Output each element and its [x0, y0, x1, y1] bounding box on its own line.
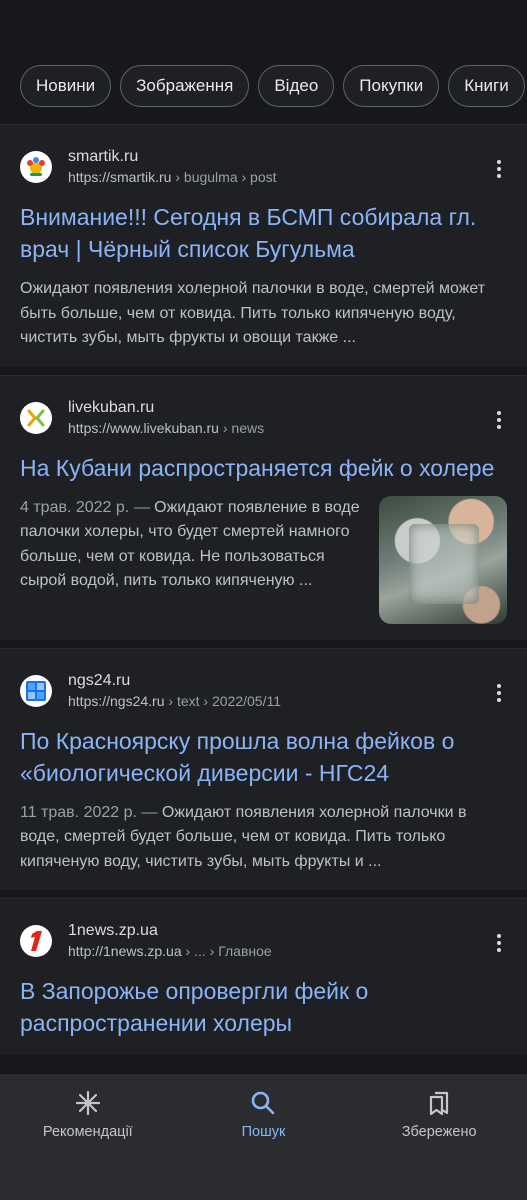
chip-news[interactable]: Новини [20, 65, 112, 107]
filter-chips: Новини Зображення Відео Покупки Книги [0, 60, 527, 124]
result-site-name: 1news.zp.ua [68, 922, 158, 939]
bottom-navigation: Рекомендації Пошук Збережено [0, 1074, 527, 1200]
chip-books[interactable]: Книги [448, 65, 525, 107]
search-results: smartik.ru https://smartik.ru › bugulma … [0, 124, 527, 1074]
nav-search[interactable]: Пошук [183, 1084, 343, 1140]
result-site-name: ngs24.ru [68, 671, 131, 689]
more-options-icon[interactable] [489, 933, 509, 953]
search-result: smartik.ru https://smartik.ru › bugulma … [0, 124, 527, 367]
1news-favicon-icon [20, 925, 52, 957]
result-site-name: smartik.ru [68, 148, 139, 165]
result-url: https://smartik.ru › bugulma › post [68, 169, 277, 185]
result-url: http://1news.zp.ua › ... › Главное [68, 943, 272, 959]
result-source[interactable]: livekuban.ru https://www.livekuban.ru › … [20, 398, 507, 438]
status-bar-area [0, 0, 527, 60]
result-date: 11 трав. 2022 р. — [20, 803, 162, 821]
result-url: https://www.livekuban.ru › news [68, 419, 265, 436]
result-title[interactable]: По Красноярску прошла волна фейков о «би… [20, 725, 507, 789]
result-url: https://ngs24.ru › text › 2022/05/11 [68, 692, 281, 709]
nav-label: Рекомендації [42, 1124, 133, 1140]
result-snippet: 4 трав. 2022 р. — Ожидают появление в во… [20, 498, 360, 590]
chip-shopping[interactable]: Покупки [343, 65, 440, 107]
result-source[interactable]: ngs24.ru https://ngs24.ru › text › 2022/… [20, 671, 507, 711]
more-options-icon[interactable] [489, 159, 509, 179]
result-title[interactable]: На Кубани распространяется фейк о холере [20, 452, 507, 484]
smartik-favicon-icon [20, 151, 52, 183]
more-options-icon[interactable] [489, 683, 509, 703]
search-result: livekuban.ru https://www.livekuban.ru › … [0, 374, 527, 640]
result-title[interactable]: В Запорожье опровергли фейк о распростра… [20, 975, 507, 1039]
result-title[interactable]: Внимание!!! Сегодня в БСМП собирала гл. … [20, 201, 507, 265]
search-result: ngs24.ru https://ngs24.ru › text › 2022/… [0, 647, 527, 890]
nav-label: Збережено [401, 1124, 477, 1140]
nav-recommendations[interactable]: Рекомендації [8, 1084, 168, 1140]
result-thumbnail[interactable] [379, 495, 507, 624]
search-icon [248, 1088, 278, 1118]
result-snippet: 11 трав. 2022 р. — Ожидают появления хол… [20, 803, 467, 870]
livekuban-favicon-icon [20, 401, 52, 434]
search-result: 1news.zp.ua http://1news.zp.ua › ... › Г… [0, 898, 527, 1055]
asterisk-icon [73, 1088, 103, 1118]
chip-images[interactable]: Зображення [120, 65, 250, 107]
result-snippet: Ожидают появления холерной палочки в вод… [20, 280, 486, 346]
bookmarks-icon [424, 1088, 454, 1118]
chip-videos[interactable]: Відео [258, 65, 335, 107]
more-options-icon[interactable] [489, 410, 509, 430]
ngs24-favicon-icon [20, 674, 52, 707]
result-site-name: livekuban.ru [68, 398, 155, 416]
result-source[interactable]: smartik.ru https://smartik.ru › bugulma … [20, 147, 507, 187]
result-source[interactable]: 1news.zp.ua http://1news.zp.ua › ... › Г… [20, 921, 507, 961]
result-date: 4 трав. 2022 р. — [20, 498, 155, 516]
nav-saved[interactable]: Збережено [359, 1084, 519, 1140]
nav-label: Пошук [241, 1124, 286, 1140]
